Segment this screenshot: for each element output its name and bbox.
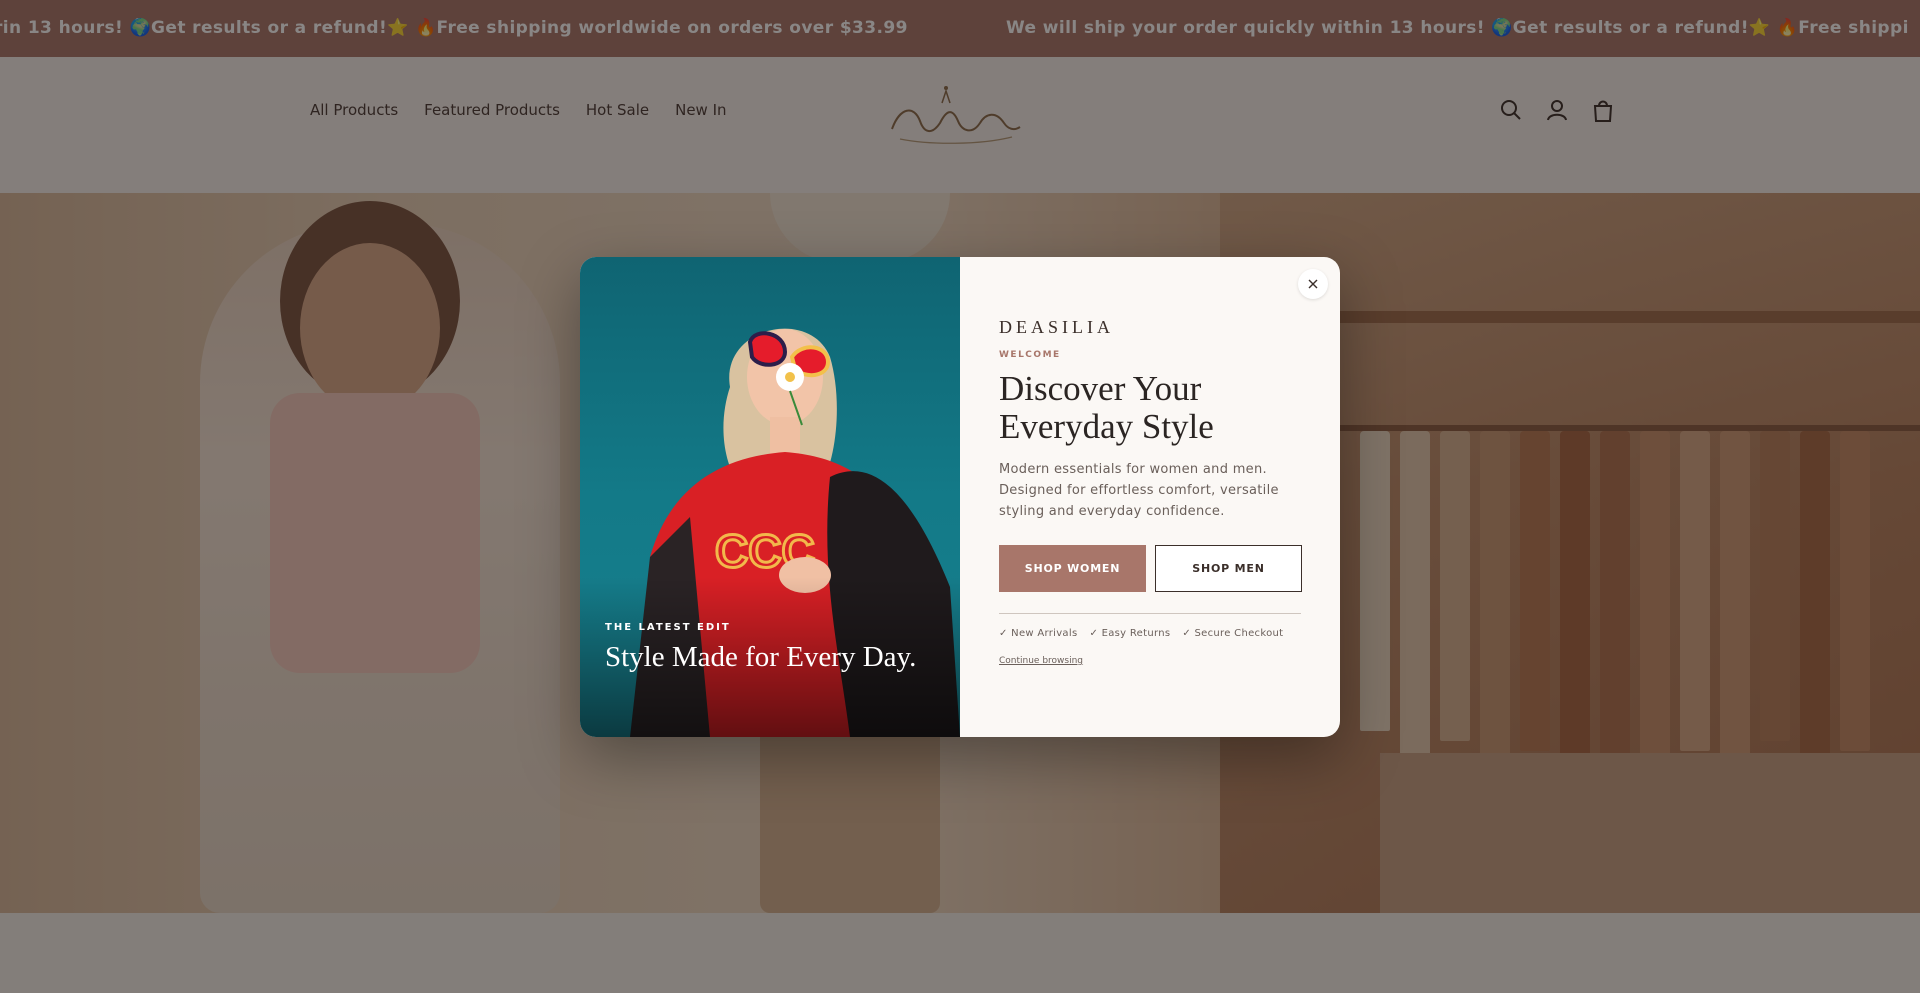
modal-description: Modern essentials for women and men. Des… [999, 462, 1279, 519]
perk-new-arrivals: ✓ New Arrivals [999, 628, 1078, 639]
shop-women-button[interactable]: SHOP WOMEN [999, 545, 1146, 592]
modal-brand: DEASILIA [999, 317, 1114, 337]
close-icon [1308, 279, 1318, 289]
divider [999, 613, 1301, 614]
shop-men-button[interactable]: SHOP MEN [1155, 545, 1302, 592]
perks-list: ✓ New Arrivals ✓ Easy Returns ✓ Secure C… [999, 628, 1302, 639]
perk-easy-returns: ✓ Easy Returns [1089, 628, 1171, 639]
modal-headline: Discover Your Everyday Style [999, 369, 1214, 446]
welcome-modal: CCC THE LATEST EDIT Style Made for Every… [580, 257, 1340, 737]
perk-secure-checkout: ✓ Secure Checkout [1182, 628, 1284, 639]
media-kicker: THE LATEST EDIT [605, 622, 731, 633]
continue-browsing-link[interactable]: Continue browsing [999, 656, 1083, 666]
modal-image-panel: CCC THE LATEST EDIT Style Made for Every… [580, 257, 960, 737]
close-button[interactable] [1298, 269, 1328, 299]
modal-eyebrow: WELCOME [999, 350, 1061, 360]
cta-row: SHOP WOMEN SHOP MEN [999, 545, 1302, 592]
media-title: Style Made for Every Day. [605, 641, 917, 673]
modal-content: DEASILIA WELCOME Discover Your Everyday … [960, 257, 1340, 737]
